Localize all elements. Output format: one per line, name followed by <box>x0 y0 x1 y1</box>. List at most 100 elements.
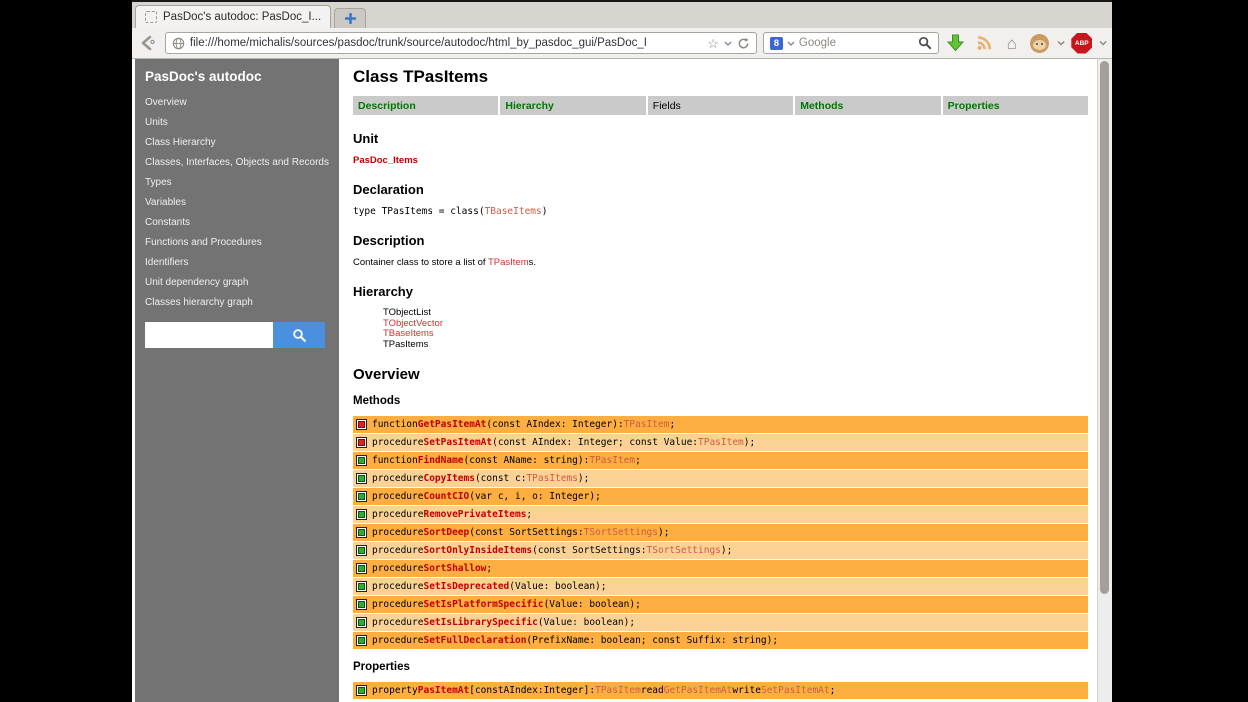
public-visibility-icon <box>356 509 367 520</box>
url-bar[interactable]: file:///home/michalis/sources/pasdoc/tru… <box>165 32 757 54</box>
member-row: procedure SetIsDeprecated(Value: boolean… <box>353 578 1088 595</box>
sidebar-item-class-hierarchy[interactable]: Class Hierarchy <box>145 138 329 148</box>
member-link-setfulldeclaration[interactable]: SetFullDeclaration <box>423 635 526 646</box>
home-icon: ⌂ <box>1007 35 1017 52</box>
code-text: procedure <box>372 509 423 520</box>
url-text[interactable]: file:///home/michalis/sources/pasdoc/tru… <box>190 37 702 49</box>
type-link-tpasitem[interactable]: TPasItem <box>595 685 641 696</box>
member-link-findname[interactable]: FindName <box>418 455 464 466</box>
member-link-setislibraryspecific[interactable]: SetIsLibrarySpecific <box>423 617 537 628</box>
type-link-tpasitem[interactable]: TPasItem <box>698 437 744 448</box>
class-nav-fields: Fields <box>648 96 793 115</box>
member-link-setpasitemat[interactable]: SetPasItemAt <box>423 437 492 448</box>
description-link[interactable]: TPasItem <box>488 257 529 268</box>
rss-button[interactable] <box>973 31 995 55</box>
public-visibility-icon <box>356 563 367 574</box>
type-link-tpasitem[interactable]: TPasItem <box>624 419 670 430</box>
member-link-countcio[interactable]: CountCIO <box>423 491 469 502</box>
type-link-setpasitemat[interactable]: SetPasItemAt <box>761 685 830 696</box>
class-nav-hierarchy[interactable]: Hierarchy <box>500 96 645 115</box>
unit-heading: Unit <box>353 131 1089 146</box>
sidebar-item-constants[interactable]: Constants <box>145 218 329 228</box>
sidebar-item-unit-dependency-graph[interactable]: Unit dependency graph <box>145 278 329 288</box>
unit-link[interactable]: PasDoc_Items <box>353 155 418 166</box>
download-button[interactable] <box>945 31 967 55</box>
public-visibility-icon <box>356 473 367 484</box>
member-link-sortdeep[interactable]: SortDeep <box>423 527 469 538</box>
description-prefix: Container class to store a list of <box>353 257 488 268</box>
sidebar-search-button[interactable] <box>273 322 325 348</box>
sidebar-item-functions-and-procedures[interactable]: Functions and Procedures <box>145 238 329 248</box>
search-engine-chevron-icon[interactable] <box>787 41 795 46</box>
bookmark-star-icon[interactable]: ☆ <box>707 37 719 50</box>
page-content: PasDoc's autodoc OverviewUnitsClass Hier… <box>132 59 1112 702</box>
class-nav-methods[interactable]: Methods <box>795 96 940 115</box>
url-dropdown-chevron-icon[interactable] <box>724 41 732 46</box>
class-nav-properties[interactable]: Properties <box>943 96 1088 115</box>
hierarchy-list: TObjectListTObjectVectorTBaseItemsTPasIt… <box>383 308 1089 350</box>
sidebar: PasDoc's autodoc OverviewUnitsClass Hier… <box>135 59 339 702</box>
adblock-button[interactable]: ABP <box>1071 31 1093 55</box>
member-link-pasitemat[interactable]: PasItemAt <box>418 685 469 696</box>
hierarchy-item-tbaseitems[interactable]: TBaseItems <box>383 329 1089 340</box>
sidebar-search-input[interactable] <box>145 322 273 348</box>
member-row: procedure CopyItems(const c: TPasItems); <box>353 470 1088 487</box>
sidebar-item-classes-interfaces-objects-and-records[interactable]: Classes, Interfaces, Objects and Records <box>145 158 329 168</box>
adblock-chevron-icon[interactable] <box>1099 40 1107 46</box>
declaration-heading: Declaration <box>353 182 1089 197</box>
public-visibility-icon <box>356 635 367 646</box>
hierarchy-heading: Hierarchy <box>353 284 1089 299</box>
search-engine-label[interactable]: Google <box>799 37 914 49</box>
code-text: procedure <box>372 599 423 610</box>
vertical-scrollbar[interactable] <box>1097 59 1112 702</box>
code-text: (PrefixName: boolean; const Suffix: stri… <box>526 635 778 646</box>
hierarchy-item-tobjectvector[interactable]: TObjectVector <box>383 319 1089 330</box>
declaration-type-link[interactable]: TBaseItems <box>485 206 542 217</box>
declaration-suffix: ) <box>542 206 548 217</box>
methods-table: function GetPasItemAt(const AIndex: Inte… <box>353 416 1088 649</box>
member-row: procedure SetIsLibrarySpecific(Value: bo… <box>353 614 1088 631</box>
sidebar-item-types[interactable]: Types <box>145 178 329 188</box>
member-link-sortonlyinsideitems[interactable]: SortOnlyInsideItems <box>423 545 532 556</box>
type-link-tsortsettings[interactable]: TSortSettings <box>647 545 721 556</box>
home-button[interactable]: ⌂ <box>1001 31 1023 55</box>
class-nav-description[interactable]: Description <box>353 96 498 115</box>
declaration-prefix: type TPasItems = class( <box>353 206 485 217</box>
public-visibility-icon <box>356 599 367 610</box>
search-magnifier-icon[interactable] <box>918 36 932 50</box>
code-text: function <box>372 419 418 430</box>
code-text: procedure <box>372 563 423 574</box>
type-link-getpasitemat[interactable]: GetPasItemAt <box>664 685 733 696</box>
type-link-tpasitems[interactable]: TPasItems <box>526 473 577 484</box>
new-tab-button[interactable] <box>334 8 366 28</box>
sidebar-search <box>145 322 329 348</box>
member-link-copyitems[interactable]: CopyItems <box>423 473 474 484</box>
hierarchy-item-tobjectlist: TObjectList <box>383 308 1089 319</box>
sidebar-item-overview[interactable]: Overview <box>145 98 329 108</box>
member-link-setisdeprecated[interactable]: SetIsDeprecated <box>423 581 509 592</box>
scrollbar-thumb[interactable] <box>1100 61 1109 594</box>
member-link-setisplatformspecific[interactable]: SetIsPlatformSpecific <box>423 599 543 610</box>
type-link-tpasitem[interactable]: TPasItem <box>589 455 635 466</box>
browser-tab[interactable]: PasDoc's autodoc: PasDoc_I... <box>135 5 331 28</box>
sidebar-item-identifiers[interactable]: Identifiers <box>145 258 329 268</box>
tab-title: PasDoc's autodoc: PasDoc_I... <box>163 11 321 23</box>
code-text: ); <box>744 437 755 448</box>
greasemonkey-chevron-icon[interactable] <box>1057 40 1065 46</box>
sidebar-item-units[interactable]: Units <box>145 118 329 128</box>
search-bar[interactable]: 8 Google <box>763 32 939 54</box>
sidebar-item-variables[interactable]: Variables <box>145 198 329 208</box>
properties-table: property PasItemAt[constAIndex:Integer]:… <box>353 682 1088 699</box>
greasemonkey-button[interactable] <box>1029 31 1051 55</box>
code-text: (Value: boolean); <box>538 617 635 628</box>
back-button[interactable] <box>137 31 159 55</box>
tab-bar: PasDoc's autodoc: PasDoc_I... <box>132 2 1112 28</box>
member-link-getpasitemat[interactable]: GetPasItemAt <box>418 419 487 430</box>
type-link-tsortsettings[interactable]: TSortSettings <box>584 527 658 538</box>
member-row: property PasItemAt[constAIndex:Integer]:… <box>353 682 1088 699</box>
sidebar-item-classes-hierarchy-graph[interactable]: Classes hierarchy graph <box>145 298 329 308</box>
member-link-removeprivateitems[interactable]: RemovePrivateItems <box>423 509 526 520</box>
reload-icon[interactable] <box>737 37 750 50</box>
member-link-sortshallow[interactable]: SortShallow <box>423 563 486 574</box>
description-text: Container class to store a list of TPasI… <box>353 257 1089 268</box>
